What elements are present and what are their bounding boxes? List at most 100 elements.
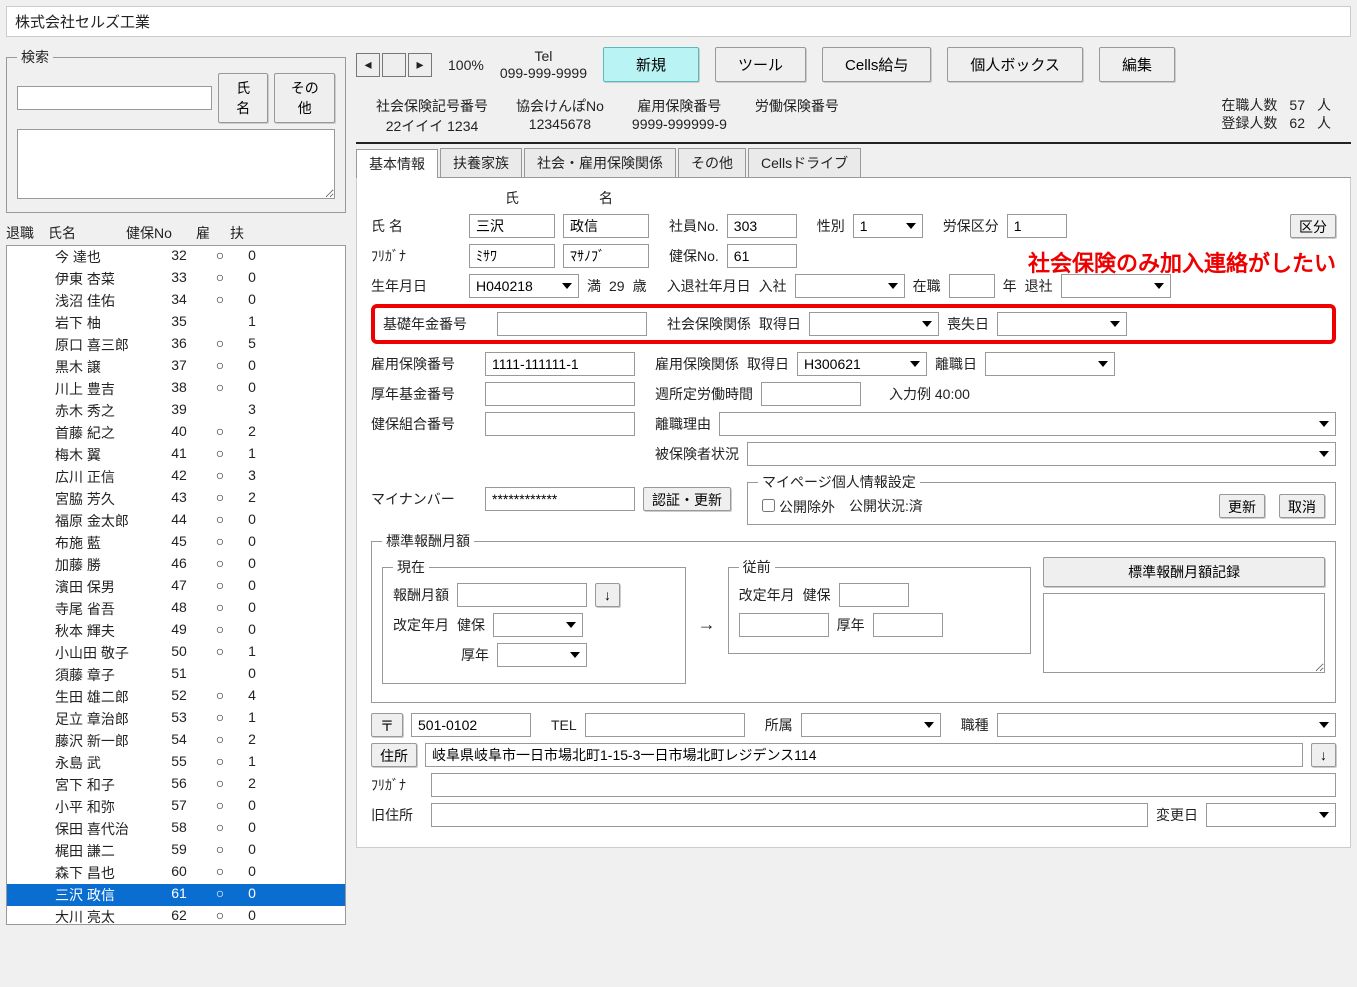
employee-row[interactable]: 首藤 紀之40○2: [7, 422, 345, 444]
employee-row[interactable]: 岩下 柚351: [7, 312, 345, 334]
mei-kana-input[interactable]: [563, 244, 649, 268]
address-button[interactable]: 住所: [371, 743, 417, 767]
search-input[interactable]: [17, 86, 212, 110]
employee-row[interactable]: 福原 金太郎44○0: [7, 510, 345, 532]
postal-button[interactable]: 〒: [371, 713, 403, 737]
sei-input[interactable]: [469, 214, 555, 238]
edit-button[interactable]: 編集: [1099, 47, 1175, 82]
hire-date-select[interactable]: [795, 274, 905, 298]
nav-prev-button[interactable]: ◂: [356, 53, 380, 77]
employee-row[interactable]: 小平 和弥57○0: [7, 796, 345, 818]
prev-kounen-input[interactable]: [873, 613, 943, 637]
summary-bar: 社会保険記号番号22イイイ 1234 協会けんぽNo12345678 雇用保険番…: [356, 90, 1351, 144]
employee-row[interactable]: 梶田 謙二59○0: [7, 840, 345, 862]
search-other-button[interactable]: その他: [274, 73, 335, 123]
new-button[interactable]: 新規: [603, 47, 699, 82]
tab-0[interactable]: 基本情報: [356, 149, 438, 178]
koyo-rishoku-select[interactable]: [985, 352, 1115, 376]
koukai-jogai-check[interactable]: 公開除外: [758, 496, 835, 517]
mynumber-input[interactable]: [485, 487, 635, 511]
employee-row[interactable]: 梅木 翼41○1: [7, 444, 345, 466]
kenpo-kumiai-input[interactable]: [485, 412, 635, 436]
personal-box-button[interactable]: 個人ボックス: [947, 47, 1083, 82]
mei-input[interactable]: [563, 214, 649, 238]
employee-row[interactable]: 三沢 政信61○0: [7, 884, 345, 906]
cur-kenpo-select[interactable]: [493, 613, 583, 637]
employee-row[interactable]: 川上 豊吉38○0: [7, 378, 345, 400]
employee-row[interactable]: 黒木 譲37○0: [7, 356, 345, 378]
employee-row[interactable]: 足立 章治郎53○1: [7, 708, 345, 730]
kiso-nenkin-input[interactable]: [497, 312, 647, 336]
sex-select[interactable]: 1: [853, 214, 923, 238]
koyo-no-input[interactable]: [485, 352, 635, 376]
sei-kana-input[interactable]: [469, 244, 555, 268]
shakai-shutoku-select[interactable]: [809, 312, 939, 336]
employee-row[interactable]: 原口 喜三郎36○5: [7, 334, 345, 356]
shokushu-select[interactable]: [997, 713, 1336, 737]
employee-list[interactable]: 今 達也32○0伊東 杏菜33○0浅沼 佳佑34○0岩下 柚351原口 喜三郎3…: [6, 245, 346, 925]
employee-row[interactable]: 布施 藍45○0: [7, 532, 345, 554]
shakai-soushitsu-select[interactable]: [997, 312, 1127, 336]
postal-input[interactable]: [411, 713, 531, 737]
employee-row[interactable]: 森下 昌也60○0: [7, 862, 345, 884]
employee-row[interactable]: 永島 武55○1: [7, 752, 345, 774]
ninsho-button[interactable]: 認証・更新: [643, 487, 731, 511]
employee-row[interactable]: 須藤 章子510: [7, 664, 345, 686]
employee-row[interactable]: 大川 亮太62○0: [7, 906, 345, 925]
search-notes[interactable]: [17, 129, 335, 199]
old-address-input[interactable]: [431, 803, 1148, 827]
salary-record-area[interactable]: [1043, 593, 1325, 673]
cells-kyuyo-button[interactable]: Cells給与: [822, 47, 931, 82]
employee-row[interactable]: 宮脇 芳久43○2: [7, 488, 345, 510]
koyo-shutoku-select[interactable]: H300621: [797, 352, 927, 376]
employee-row[interactable]: 秋本 輝夫49○0: [7, 620, 345, 642]
employee-row[interactable]: 濱田 保男47○0: [7, 576, 345, 598]
rouho-input[interactable]: [1007, 214, 1067, 238]
cur-kounen-select[interactable]: [497, 643, 587, 667]
employee-row[interactable]: 宮下 和子56○2: [7, 774, 345, 796]
employee-row[interactable]: 藤沢 新一郎54○2: [7, 730, 345, 752]
konen-input[interactable]: [485, 382, 635, 406]
address-input[interactable]: [425, 743, 1303, 767]
prev-kaitei-input[interactable]: [739, 613, 829, 637]
employee-row[interactable]: 浅沼 佳佑34○0: [7, 290, 345, 312]
tab-4[interactable]: Cellsドライブ: [748, 148, 861, 177]
zaishoku-input[interactable]: [949, 274, 995, 298]
employee-row[interactable]: 広川 正信42○3: [7, 466, 345, 488]
tool-button[interactable]: ツール: [715, 47, 806, 82]
address-down-button[interactable]: ↓: [1311, 743, 1336, 767]
employee-row[interactable]: 保田 喜代治58○0: [7, 818, 345, 840]
tel-input[interactable]: [585, 713, 745, 737]
search-by-name-button[interactable]: 氏名: [218, 73, 268, 123]
birth-select[interactable]: H040218: [469, 274, 579, 298]
employee-row[interactable]: 伊東 杏菜33○0: [7, 268, 345, 290]
kenpono-input[interactable]: [727, 244, 797, 268]
houshugaku-input[interactable]: [457, 583, 587, 607]
arrow-right-icon: →: [698, 614, 716, 635]
tab-3[interactable]: その他: [678, 148, 746, 177]
salary-down-button[interactable]: ↓: [595, 583, 620, 607]
salary-record-button[interactable]: 標準報酬月額記録: [1043, 557, 1325, 587]
henko-date-select[interactable]: [1206, 803, 1336, 827]
employee-row[interactable]: 小山田 敬子50○1: [7, 642, 345, 664]
zoom-level: 100%: [448, 57, 484, 73]
kubun-button[interactable]: 区分: [1290, 214, 1336, 238]
nav-stop-button[interactable]: [382, 53, 406, 77]
tab-2[interactable]: 社会・雇用保険関係: [524, 148, 676, 177]
address-kana-input[interactable]: [431, 773, 1336, 797]
empno-input[interactable]: [727, 214, 797, 238]
hihokensha-select[interactable]: [747, 442, 1336, 466]
prev-kenpo-input[interactable]: [839, 583, 909, 607]
tab-1[interactable]: 扶養家族: [440, 148, 522, 177]
employee-row[interactable]: 加藤 勝46○0: [7, 554, 345, 576]
employee-row[interactable]: 今 達也32○0: [7, 246, 345, 268]
mypage-cancel-button[interactable]: 取消: [1279, 494, 1325, 518]
mypage-update-button[interactable]: 更新: [1219, 494, 1265, 518]
employee-row[interactable]: 生田 雄二郎52○4: [7, 686, 345, 708]
nav-next-button[interactable]: ▸: [408, 53, 432, 77]
rishoku-riyu-select[interactable]: [719, 412, 1336, 436]
shu-hours-input[interactable]: [761, 382, 861, 406]
employee-row[interactable]: 赤木 秀之393: [7, 400, 345, 422]
employee-row[interactable]: 寺尾 省吾48○0: [7, 598, 345, 620]
shozoku-select[interactable]: [801, 713, 941, 737]
